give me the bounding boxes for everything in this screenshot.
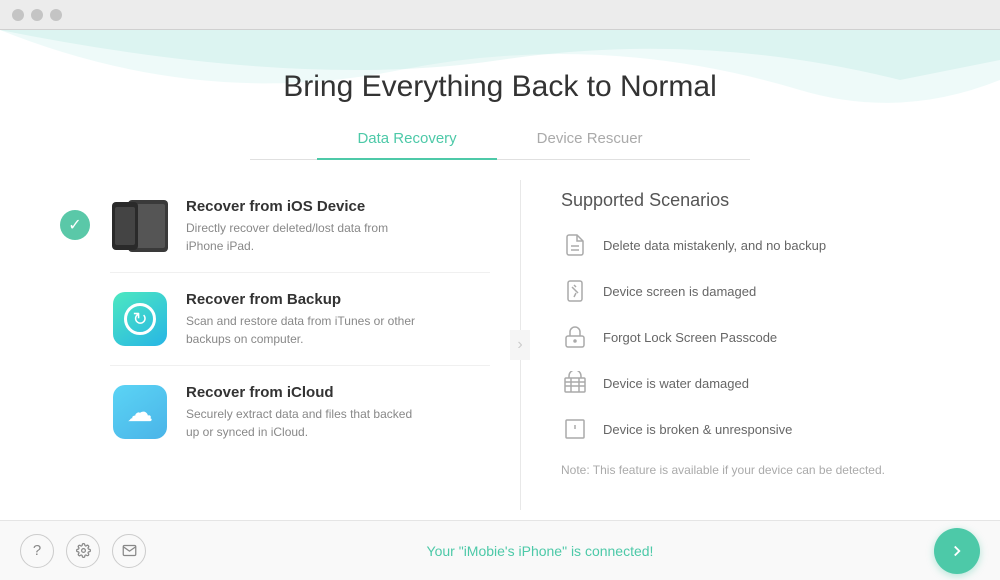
next-button[interactable] [934,528,980,574]
backup-icon: ↻ [110,289,170,349]
tab-device-rescuer[interactable]: Device Rescuer [497,122,683,159]
help-button[interactable]: ? [20,534,54,568]
backup-recovery-text: Recover from Backup Scan and restore dat… [186,291,426,348]
scenario-passcode: Forgot Lock Screen Passcode [561,323,960,351]
tab-bar: Data Recovery Device Rescuer [250,122,750,160]
ios-device-icon [110,196,170,256]
minimize-button[interactable] [31,9,43,21]
icloud-icon: ☁ [110,382,170,442]
scenario-broken: Device is broken & unresponsive [561,415,960,443]
settings-button[interactable] [66,534,100,568]
scenario-delete: Delete data mistakenly, and no backup [561,231,960,259]
recovery-item-backup[interactable]: ↻ Recover from Backup Scan and restore d… [110,273,490,366]
scenarios-title: Supported Scenarios [561,190,960,211]
check-column: ✓ [60,180,90,240]
broken-screen-icon [561,277,589,305]
scenario-water-text: Device is water damaged [603,376,749,391]
recovery-item-icloud[interactable]: ☁ Recover from iCloud Securely extract d… [110,366,490,458]
mail-button[interactable] [112,534,146,568]
maximize-button[interactable] [50,9,62,21]
scenario-screen-text: Device screen is damaged [603,284,756,299]
main-content: Bring Everything Back to Normal Data Rec… [0,30,1000,520]
panel-divider: › [520,180,521,510]
body-split: ✓ [0,170,1000,520]
footer-left-buttons: ? [20,534,146,568]
header: Bring Everything Back to Normal Data Rec… [0,30,1000,160]
recovery-list: Recover from iOS Device Directly recover… [110,180,490,458]
scenario-screen: Device screen is damaged [561,277,960,305]
close-button[interactable] [12,9,24,21]
tab-data-recovery[interactable]: Data Recovery [317,122,496,159]
selected-indicator: ✓ [60,210,90,240]
lock-icon [561,323,589,351]
footer: ? Your "iMobie's iPhone" is connected! [0,520,1000,580]
left-panel: ✓ [0,170,520,520]
scenario-passcode-text: Forgot Lock Screen Passcode [603,330,777,345]
icloud-recovery-text: Recover from iCloud Securely extract dat… [186,384,426,441]
alert-icon [561,415,589,443]
scenario-delete-text: Delete data mistakenly, and no backup [603,238,826,253]
recovery-item-ios[interactable]: Recover from iOS Device Directly recover… [110,180,490,273]
ios-recovery-text: Recover from iOS Device Directly recover… [186,198,426,255]
scenarios-note: Note: This feature is available if your … [561,461,960,479]
file-icon [561,231,589,259]
page-title: Bring Everything Back to Normal [0,70,1000,104]
connection-status: Your "iMobie's iPhone" is connected! [427,543,654,559]
title-bar [0,0,1000,30]
chevron-right-icon: › [510,330,530,360]
right-panel: Supported Scenarios Delete data mistaken… [521,170,1000,520]
water-damage-icon [561,369,589,397]
scenario-water: Device is water damaged [561,369,960,397]
scenario-broken-text: Device is broken & unresponsive [603,422,792,437]
